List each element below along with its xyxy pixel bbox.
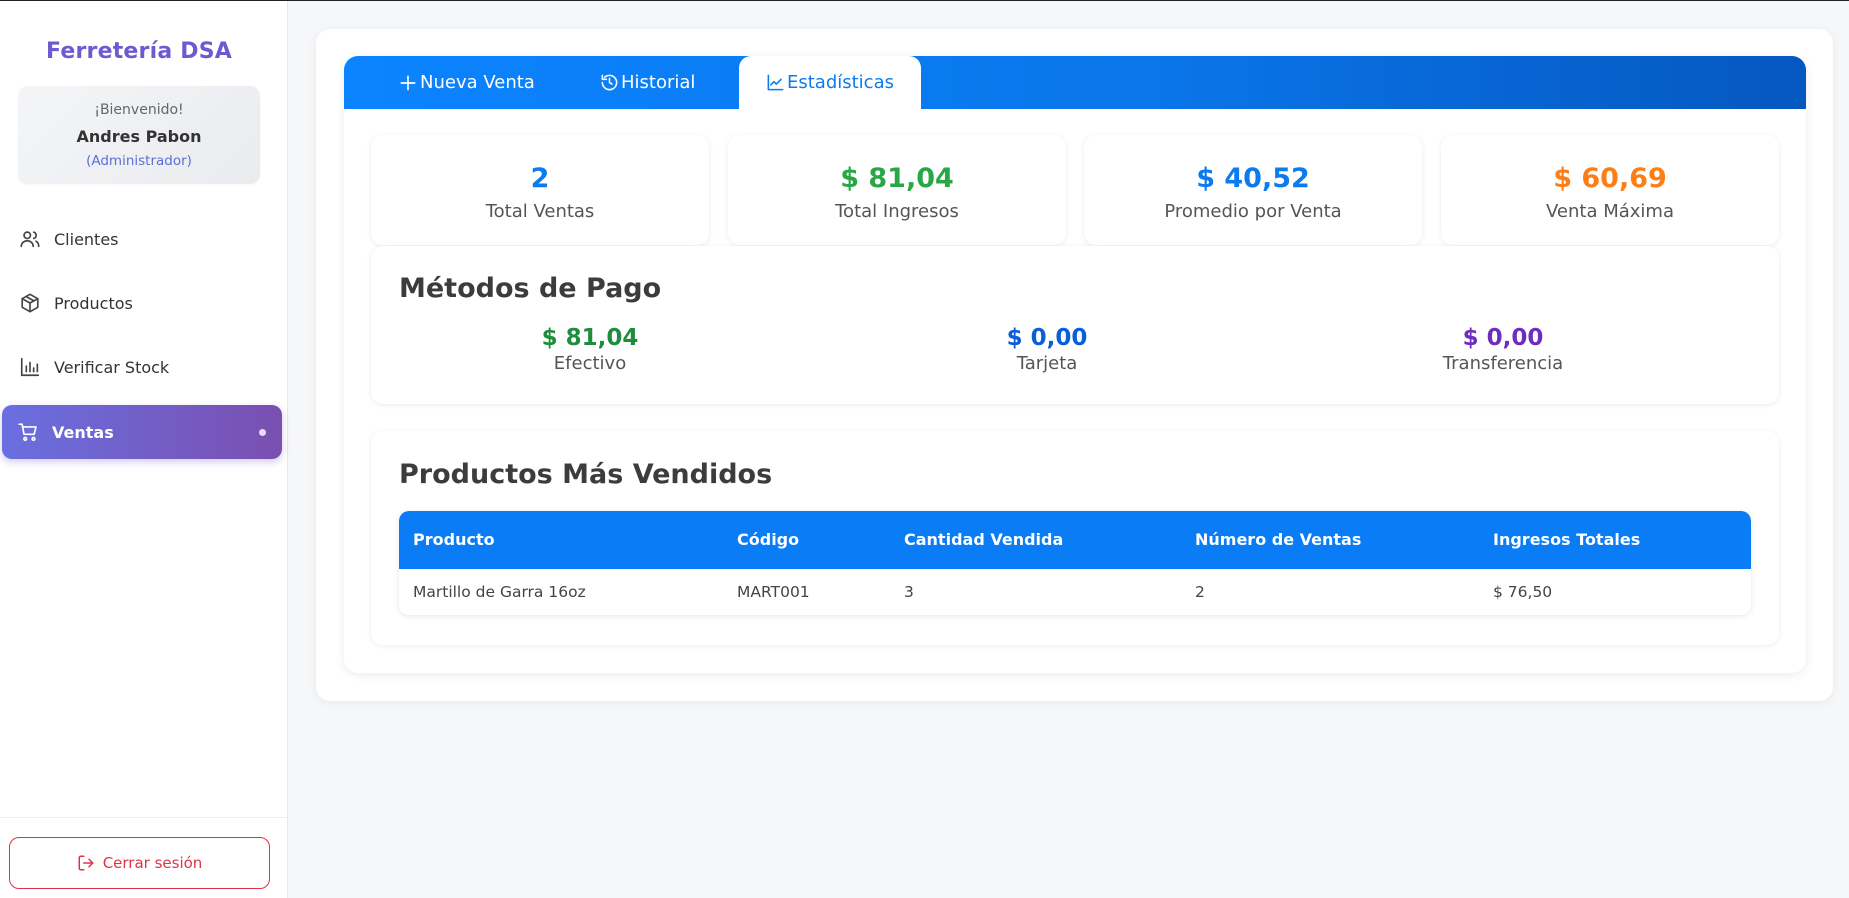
active-indicator-dot: [259, 429, 266, 436]
sidebar: Ferretería DSA ¡Bienvenido! Andres Pabon…: [0, 1, 288, 898]
welcome-greeting: ¡Bienvenido!: [94, 102, 184, 118]
logout-icon: [77, 854, 95, 872]
column-header: Código: [737, 530, 800, 549]
column-header: Ingresos Totales: [1493, 530, 1641, 549]
stat-label: Total Ingresos: [835, 201, 959, 222]
stat-label: Venta Máxima: [1546, 201, 1674, 222]
tab-label: Estadísticas: [786, 72, 894, 93]
sidebar-item-verificar-stock[interactable]: Verificar Stock: [4, 340, 282, 394]
column-header: Número de Ventas: [1195, 530, 1362, 549]
stat-value: $ 60,69: [1553, 163, 1667, 194]
payment-value: $ 0,00: [1462, 325, 1544, 351]
box-icon: [16, 291, 44, 315]
cart-icon: [14, 420, 42, 444]
top-products-card: Productos Más Vendidos Producto Código C…: [371, 431, 1779, 645]
tab-label: Historial: [621, 72, 696, 93]
plus-icon: [398, 73, 418, 93]
payment-value: $ 0,00: [1006, 325, 1088, 351]
sidebar-item-label: Verificar Stock: [54, 357, 170, 377]
tab-bar: Nueva Venta Historial Estadísticas: [344, 56, 1806, 109]
logout-label: Cerrar sesión: [102, 854, 203, 872]
payment-methods-card: Métodos de Pago $ 81,04 Efectivo $ 0,00 …: [371, 246, 1779, 404]
stat-total-ventas: 2 Total Ventas: [371, 135, 709, 245]
cell-numero-ventas: 2: [1195, 583, 1205, 601]
table-header: Producto Código Cantidad Vendida Número …: [399, 511, 1751, 569]
payment-methods-title: Métodos de Pago: [399, 273, 662, 304]
payment-efectivo: $ 81,04 Efectivo: [440, 325, 740, 374]
payment-label: Tarjeta: [1016, 353, 1078, 374]
tab-estadisticas[interactable]: Estadísticas: [739, 56, 921, 109]
sidebar-item-ventas[interactable]: Ventas: [2, 405, 282, 459]
payment-transferencia: $ 0,00 Transferencia: [1353, 325, 1653, 374]
trend-icon: [766, 73, 785, 92]
top-products-title: Productos Más Vendidos: [399, 459, 773, 490]
stat-value: $ 81,04: [840, 163, 954, 194]
stat-venta-maxima: $ 60,69 Venta Máxima: [1441, 135, 1779, 245]
cell-codigo: MART001: [737, 583, 810, 601]
sidebar-item-productos[interactable]: Productos: [4, 276, 282, 330]
payment-label: Transferencia: [1442, 353, 1564, 374]
column-header: Cantidad Vendida: [904, 530, 1064, 549]
tab-label: Nueva Venta: [420, 72, 535, 93]
cell-ingresos: $ 76,50: [1493, 583, 1553, 601]
payment-tarjeta: $ 0,00 Tarjeta: [897, 325, 1197, 374]
payment-label: Efectivo: [553, 353, 627, 374]
tab-historial[interactable]: Historial: [600, 56, 710, 109]
user-role: (Administrador): [86, 153, 192, 169]
sidebar-item-label: Ventas: [52, 422, 114, 442]
users-icon: [16, 227, 44, 251]
history-icon: [600, 73, 619, 92]
top-products-table: Producto Código Cantidad Vendida Número …: [399, 511, 1751, 615]
logout-button[interactable]: Cerrar sesión: [9, 837, 270, 889]
cell-producto: Martillo de Garra 16oz: [413, 583, 586, 601]
stat-total-ingresos: $ 81,04 Total Ingresos: [728, 135, 1066, 245]
sidebar-item-clientes[interactable]: Clientes: [4, 212, 282, 266]
brand-title: Ferretería DSA: [46, 39, 232, 64]
divider: [0, 817, 288, 818]
sales-card: Nueva Venta Historial Estadísticas 2 Tot…: [344, 56, 1806, 673]
user-name: Andres Pabon: [76, 127, 202, 146]
stat-value: $ 40,52: [1196, 163, 1310, 194]
column-header: Producto: [413, 530, 495, 549]
bar-chart-icon: [16, 355, 44, 379]
stat-value: 2: [530, 163, 550, 194]
cell-cantidad: 3: [904, 583, 914, 601]
stat-label: Total Ventas: [485, 201, 595, 222]
stat-label: Promedio por Venta: [1164, 201, 1342, 222]
welcome-card: ¡Bienvenido! Andres Pabon (Administrador…: [18, 86, 260, 184]
stat-promedio-venta: $ 40,52 Promedio por Venta: [1084, 135, 1422, 245]
sidebar-item-label: Clientes: [54, 229, 119, 249]
sidebar-item-label: Productos: [54, 293, 133, 313]
tab-nueva-venta[interactable]: Nueva Venta: [398, 56, 538, 109]
payment-value: $ 81,04: [541, 325, 639, 351]
